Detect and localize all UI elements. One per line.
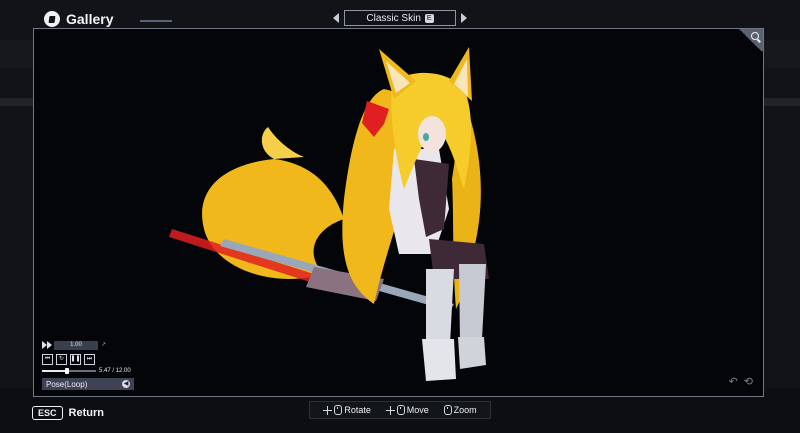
gallery-icon bbox=[44, 11, 60, 27]
pose-dropdown[interactable]: Pose(Loop) ◀ bbox=[42, 378, 134, 390]
reset-view-icon[interactable]: ⟲ bbox=[744, 375, 753, 388]
time-readout: 5.47 / 12.00 bbox=[99, 368, 131, 374]
character-leg-left bbox=[426, 269, 454, 349]
zoom-toggle-button[interactable] bbox=[737, 29, 763, 51]
skin-key-badge: E bbox=[424, 13, 434, 23]
character-leg-right bbox=[459, 264, 486, 344]
magnifier-icon bbox=[751, 32, 759, 40]
character-boot-right bbox=[458, 337, 486, 369]
skip-back-button[interactable]: ⏮ bbox=[42, 354, 53, 365]
gallery-header: Gallery bbox=[44, 11, 113, 27]
previous-skin-arrow-icon[interactable] bbox=[333, 13, 339, 23]
skip-forward-button[interactable]: ⏭ bbox=[84, 354, 95, 365]
view-reset-controls: ↶ ⟲ bbox=[729, 375, 753, 388]
return-label: Return bbox=[68, 407, 104, 419]
return-button[interactable]: ESC Return bbox=[32, 406, 104, 420]
character-tail-tip bbox=[261, 127, 304, 159]
hint-rotate: Rotate bbox=[323, 405, 371, 415]
fast-forward-icon[interactable] bbox=[42, 341, 52, 349]
hint-zoom: Zoom bbox=[443, 405, 477, 415]
mouse-icon bbox=[396, 405, 405, 415]
next-skin-arrow-icon[interactable] bbox=[461, 13, 467, 23]
timeline-handle[interactable] bbox=[64, 368, 69, 374]
esc-key-badge: ESC bbox=[32, 406, 63, 420]
dpad-icon bbox=[323, 405, 333, 415]
hint-zoom-label: Zoom bbox=[453, 405, 477, 415]
mouse-wheel-icon bbox=[443, 405, 452, 415]
skin-name: Classic Skin bbox=[366, 12, 421, 24]
hint-rotate-label: Rotate bbox=[344, 405, 371, 415]
model-viewer[interactable]: 1.00 ⏮ ↻ ❚❚ ⏭ 5.47 / 12.00 Pose(Loop) ◀ … bbox=[33, 28, 764, 397]
character-boot-left bbox=[422, 339, 456, 381]
dropdown-icon: ◀ bbox=[122, 380, 130, 388]
skin-name-box[interactable]: Classic Skin E bbox=[344, 10, 456, 26]
control-hints-bar: Rotate Move Zoom bbox=[309, 401, 491, 419]
playback-speed-field[interactable]: 1.00 bbox=[54, 340, 106, 350]
timeline-scrubber[interactable] bbox=[42, 368, 96, 374]
loop-button[interactable]: ↻ bbox=[56, 354, 67, 365]
character-eye bbox=[423, 133, 429, 141]
pose-label: Pose(Loop) bbox=[46, 379, 88, 389]
header-divider bbox=[140, 20, 172, 22]
page-title: Gallery bbox=[66, 11, 114, 27]
dpad-icon bbox=[385, 405, 395, 415]
character-model[interactable] bbox=[164, 39, 524, 397]
mouse-icon bbox=[334, 405, 343, 415]
pause-button[interactable]: ❚❚ bbox=[70, 354, 81, 365]
character-face bbox=[418, 116, 446, 152]
undo-icon[interactable]: ↶ bbox=[729, 375, 738, 388]
skin-selector: Classic Skin E bbox=[333, 10, 467, 26]
hint-move-label: Move bbox=[406, 405, 429, 415]
animation-controls: 1.00 ⏮ ↻ ❚❚ ⏭ 5.47 / 12.00 Pose(Loop) ◀ bbox=[42, 340, 134, 390]
hint-move: Move bbox=[385, 405, 429, 415]
timeline-progress bbox=[42, 370, 67, 372]
